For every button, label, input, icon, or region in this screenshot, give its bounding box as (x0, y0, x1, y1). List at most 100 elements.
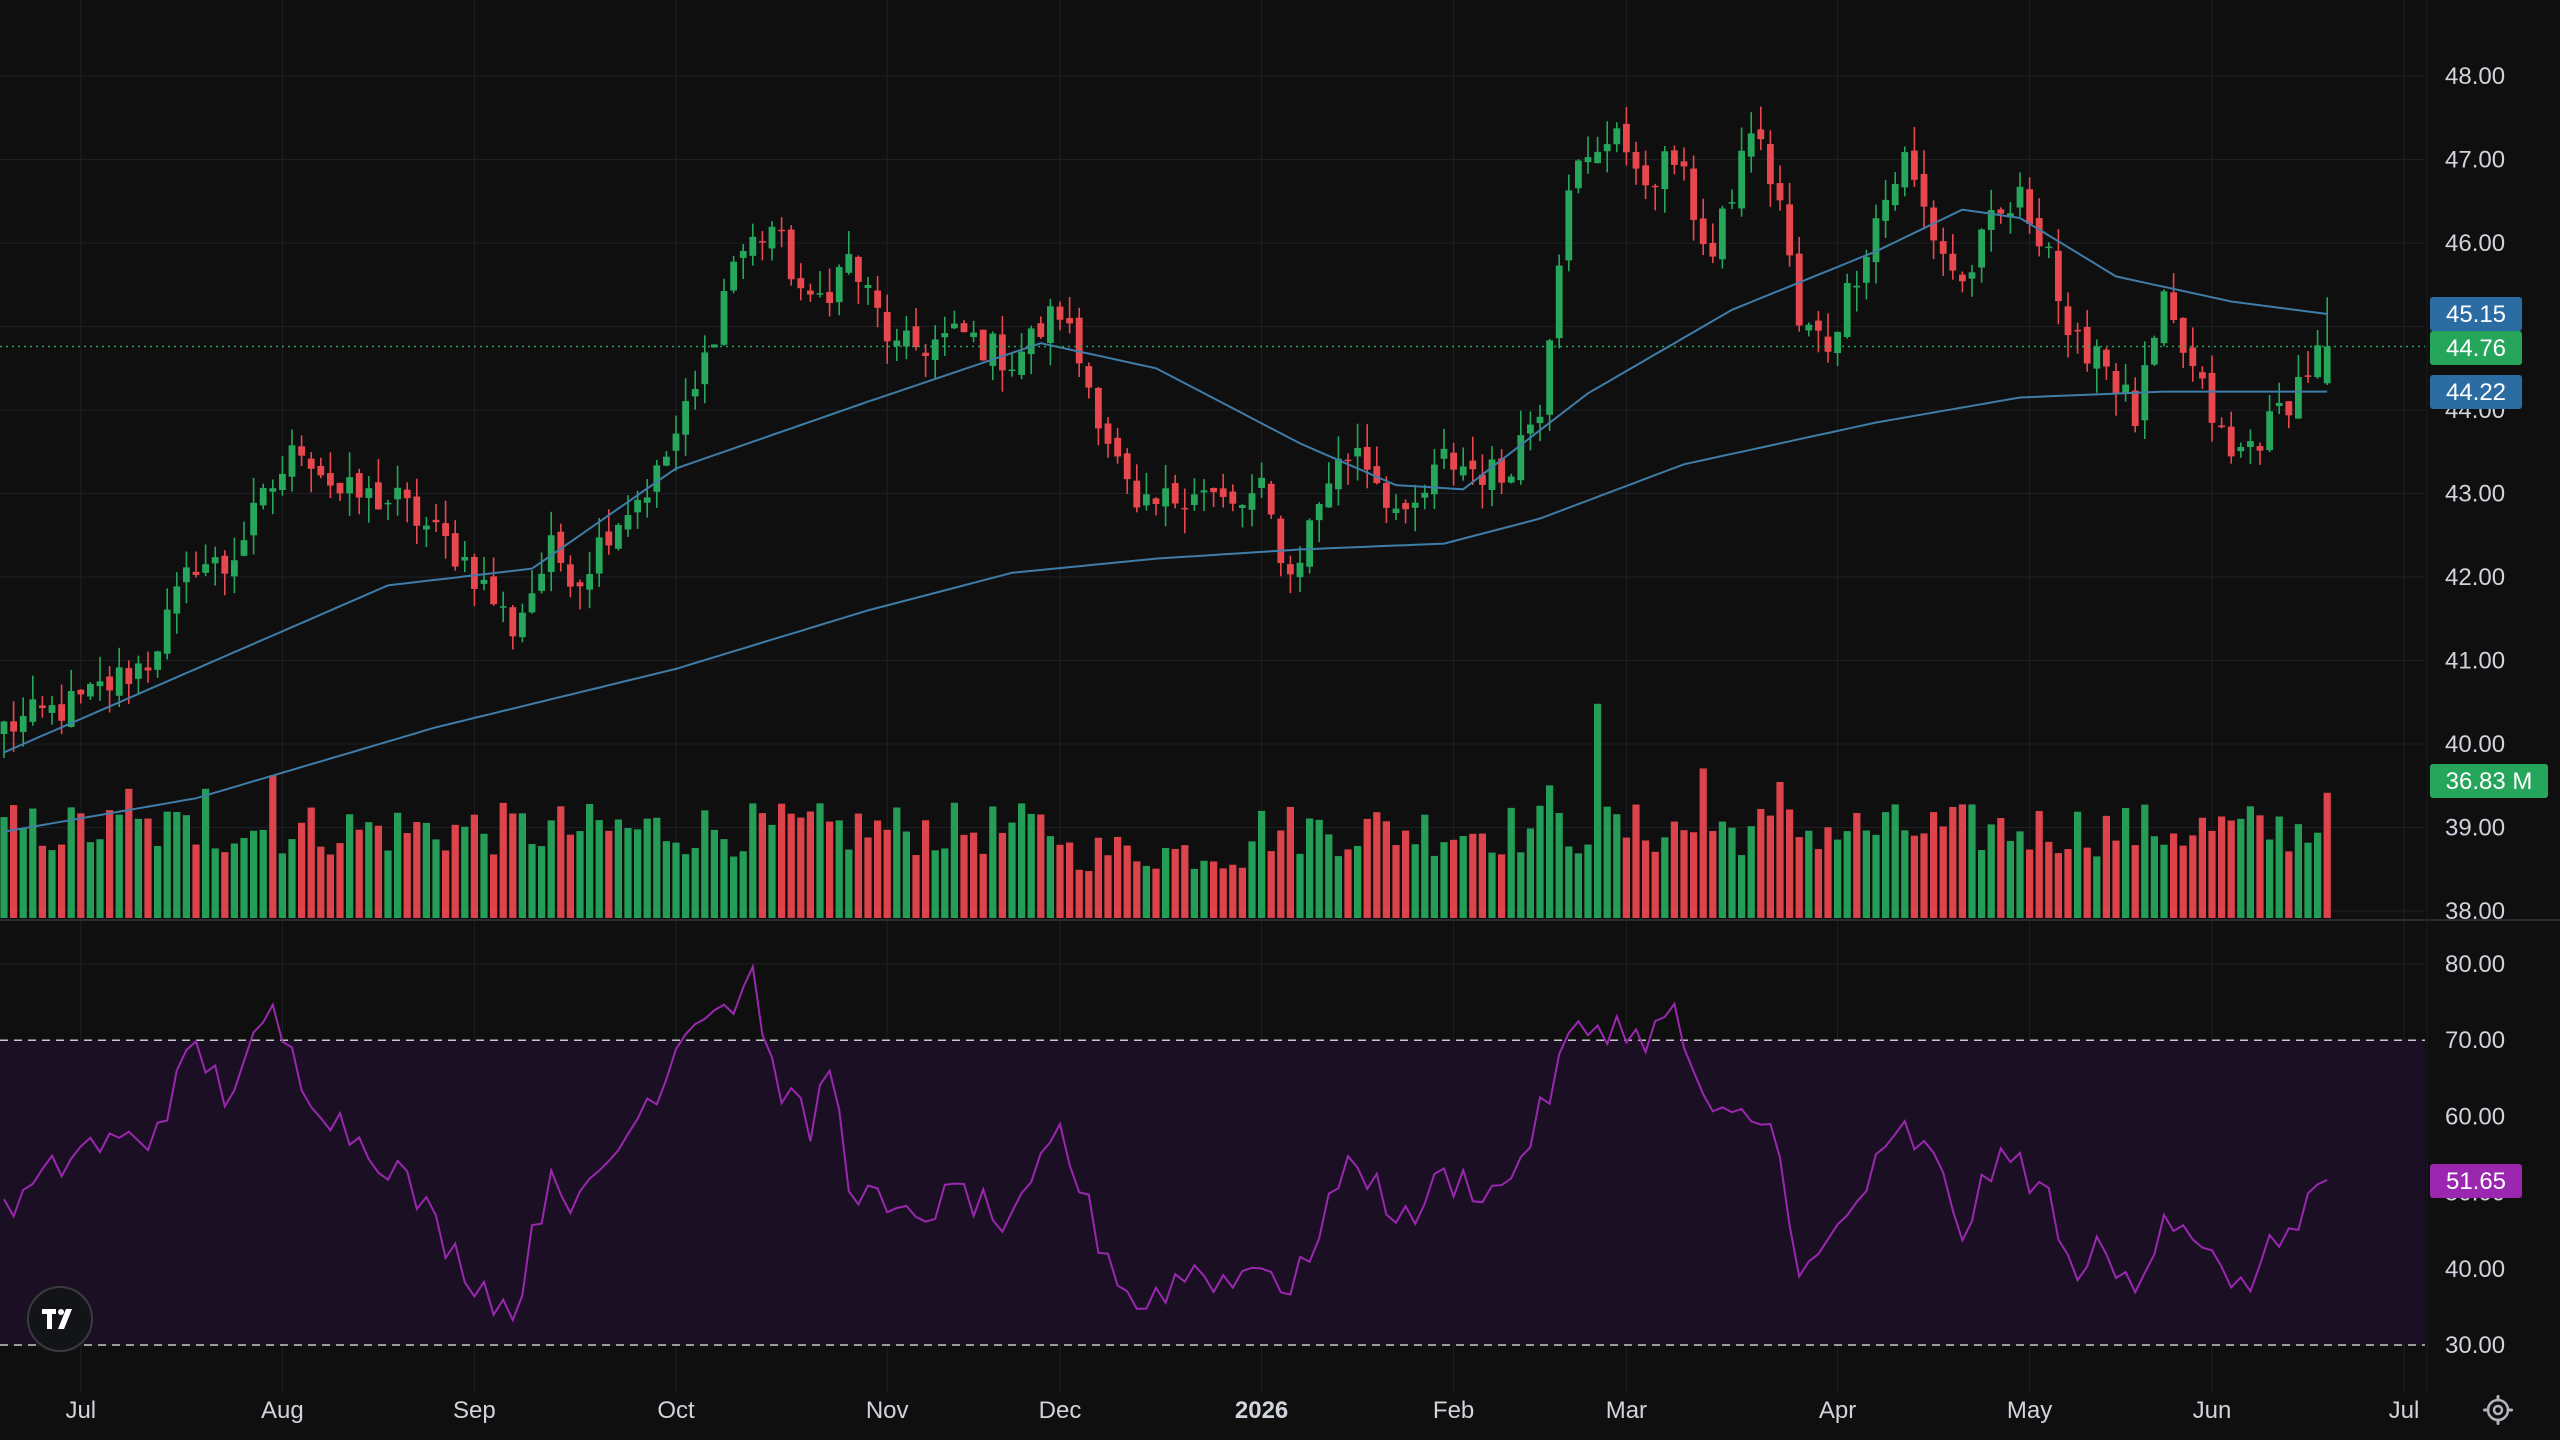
volume-bar (1430, 855, 1438, 918)
chart-canvas[interactable]: 48.0047.0046.0045.0044.0043.0042.0041.00… (0, 0, 2560, 1440)
candle-body (39, 705, 46, 709)
candle-body (2016, 186, 2024, 208)
volume-bar (739, 851, 747, 918)
candle-body (2151, 337, 2158, 365)
gear-shape (2483, 1395, 2513, 1425)
candle-body (1815, 320, 1822, 331)
candle-body (1728, 202, 1736, 204)
candle-body (490, 576, 497, 605)
candle-body (749, 236, 757, 256)
volume-bar (1594, 703, 1602, 918)
volume-bar (2246, 806, 2254, 918)
candle-body (835, 266, 843, 303)
candle-body (231, 560, 238, 577)
volume-bar (2054, 853, 2062, 918)
volume-bar (1094, 837, 1102, 918)
volume-bar (1392, 845, 1400, 918)
volume-bar (1709, 831, 1717, 918)
time-tick-label: Feb (1433, 1397, 1474, 1424)
candle-body (288, 445, 296, 477)
volume-bar (1469, 833, 1477, 918)
volume-bar (1066, 842, 1074, 918)
volume-bar (883, 829, 891, 918)
candle-body (1162, 488, 1169, 507)
candle-body (883, 311, 891, 342)
candle-body (1776, 183, 1784, 201)
volume-bar (1104, 855, 1112, 918)
chart-root: 48.0047.0046.0045.0044.0043.0042.0041.00… (0, 0, 2560, 1440)
time-tick-label: Sep (453, 1397, 496, 1424)
candle-body (739, 250, 747, 258)
candle-body (999, 334, 1006, 371)
volume-bar (1085, 871, 1093, 918)
volume-bar (787, 813, 795, 918)
candle-body (1095, 387, 1102, 429)
volume-bar (221, 852, 229, 918)
volume-bar (2266, 839, 2274, 918)
candle-body (1661, 151, 1669, 190)
candle-body (2179, 317, 2187, 353)
candle-body (1402, 503, 1409, 510)
volume-bar (1997, 818, 2005, 918)
rsi-tick-label: 40.00 (2445, 1256, 2505, 1283)
candle-body (2103, 349, 2110, 367)
volume-bar (595, 820, 603, 918)
volume-bar (288, 839, 296, 918)
volume-bar (336, 843, 344, 918)
candle-body (970, 332, 977, 338)
candle-body (355, 473, 363, 498)
volume-bar (874, 820, 882, 918)
volume-bar (163, 811, 171, 918)
candle-body (2055, 250, 2062, 302)
volume-bar (67, 807, 75, 918)
candle-body (1248, 493, 1256, 510)
candle-body (346, 477, 353, 494)
candle-body (1863, 256, 1870, 283)
volume-bar (2045, 841, 2053, 918)
volume-bar (1795, 837, 1803, 918)
candle-body (2266, 411, 2273, 451)
candle-body (1834, 331, 1841, 354)
volume-bar (230, 843, 238, 918)
volume-bar (1421, 814, 1429, 918)
candle-body (375, 482, 382, 510)
candle-body (432, 519, 440, 523)
volume-bar (614, 819, 622, 918)
candle-body (29, 699, 37, 722)
volume-bar (970, 832, 978, 918)
candle-body (1066, 318, 1073, 324)
volume-bar (1786, 809, 1794, 918)
candle-body (1680, 161, 1688, 167)
candle-body (979, 329, 987, 361)
candle-body (1459, 466, 1467, 476)
candle-body (691, 389, 699, 397)
candle-body (1219, 488, 1227, 497)
volume-bar (1613, 814, 1621, 918)
volume-bar (1680, 830, 1688, 918)
candle-body (1805, 324, 1813, 331)
candle-body (1277, 518, 1285, 564)
volume-bar (1978, 850, 1986, 918)
volume-bar (922, 820, 930, 918)
candle-body (1795, 253, 1803, 326)
volume-bar (854, 813, 862, 918)
volume-bar (355, 829, 363, 918)
volume-bar (912, 855, 920, 918)
volume-bar (1018, 803, 1026, 918)
volume-bar (1824, 827, 1832, 918)
volume-bar (86, 842, 94, 918)
volume-bar (1267, 851, 1275, 918)
gear-icon[interactable] (2478, 1390, 2518, 1430)
candle-body (1267, 483, 1275, 515)
volume-bar (1930, 812, 1938, 918)
volume-bar (1229, 864, 1237, 918)
volume-bar (173, 812, 181, 918)
volume-bar (806, 811, 814, 918)
candle-body (461, 556, 469, 561)
candle-body (1181, 507, 1189, 510)
candle-body (1047, 306, 1054, 343)
volume-bar (1075, 869, 1083, 918)
tradingview-logo-icon[interactable] (27, 1286, 93, 1352)
candle-body (10, 721, 17, 732)
candle-body (1411, 502, 1419, 508)
